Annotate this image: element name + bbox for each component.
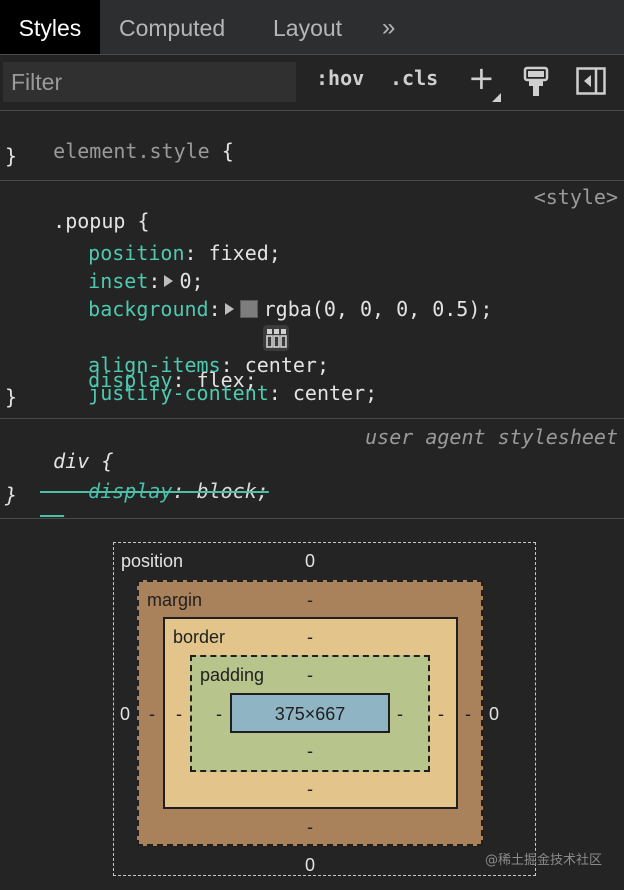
hov-toggle-button[interactable]: :hov — [316, 66, 364, 90]
padding-left-value[interactable]: - — [209, 704, 229, 725]
rule-close-brace: } — [5, 385, 18, 409]
panel-tab-bar: Styles Computed Layout » — [0, 0, 624, 55]
margin-left-value[interactable]: - — [142, 704, 162, 725]
paint-brush-icon[interactable] — [523, 66, 549, 98]
property-name[interactable]: justify-content — [88, 381, 269, 405]
toggle-sidebar-icon[interactable] — [576, 67, 606, 95]
property-value[interactable]: center; — [293, 381, 377, 405]
rule-open-brace: { — [221, 139, 234, 163]
new-style-rule-button[interactable]: + — [468, 59, 495, 97]
element-style-rule: element.style { } — [0, 111, 624, 181]
property-value[interactable]: rgba(0, 0, 0, 0.5); — [264, 297, 493, 321]
filter-input[interactable] — [3, 62, 296, 102]
padding-right-value[interactable]: - — [390, 704, 410, 725]
border-left-value[interactable]: - — [169, 704, 189, 725]
content-size-value[interactable]: 375×667 — [230, 704, 390, 725]
property-name: display — [88, 479, 173, 503]
padding-label: padding — [200, 665, 265, 685]
tab-computed[interactable]: Computed — [119, 0, 225, 54]
tab-layout[interactable]: Layout — [273, 0, 342, 54]
new-rule-menu-corner-icon — [492, 93, 501, 102]
styles-toolbar: :hov .cls + — [0, 55, 624, 111]
position-right-value[interactable]: 0 — [484, 704, 504, 725]
property-value[interactable]: fixed; — [209, 241, 281, 265]
margin-right-value[interactable]: - — [458, 704, 478, 725]
padding-top-value[interactable]: - — [300, 665, 320, 686]
more-tabs-chevron-icon[interactable]: » — [382, 0, 395, 54]
border-bottom-value[interactable]: - — [300, 779, 320, 800]
rule-close-brace: } — [5, 483, 18, 507]
border-right-value[interactable]: - — [431, 704, 451, 725]
element-style-selector[interactable]: element.style — [53, 139, 210, 163]
position-top-value[interactable]: 0 — [300, 551, 320, 572]
position-label: position — [121, 551, 184, 571]
div-user-agent-rule: div { user agent stylesheet display: blo… — [0, 419, 624, 519]
margin-top-value[interactable]: - — [300, 590, 320, 611]
padding-bottom-value[interactable]: - — [300, 741, 320, 762]
position-left-value[interactable]: 0 — [115, 704, 135, 725]
style-origin-link[interactable]: <style> — [534, 185, 618, 209]
user-agent-origin-label: user agent stylesheet — [365, 425, 618, 449]
tab-styles[interactable]: Styles — [0, 0, 100, 54]
popup-style-rule: .popup { <style> position: fixed; inset:… — [0, 181, 624, 419]
border-top-value[interactable]: - — [300, 627, 320, 648]
margin-bottom-value[interactable]: - — [300, 817, 320, 838]
position-bottom-value[interactable]: 0 — [300, 855, 320, 876]
cls-toggle-button[interactable]: .cls — [390, 66, 438, 90]
watermark-text: @稀土掘金技术社区 — [484, 853, 602, 868]
margin-label: margin — [147, 590, 203, 610]
overridden-declaration-display: display: block; — [88, 479, 269, 503]
property-value: block; — [196, 479, 269, 503]
rule-close-brace: } — [5, 144, 18, 168]
border-label: border — [173, 627, 226, 647]
